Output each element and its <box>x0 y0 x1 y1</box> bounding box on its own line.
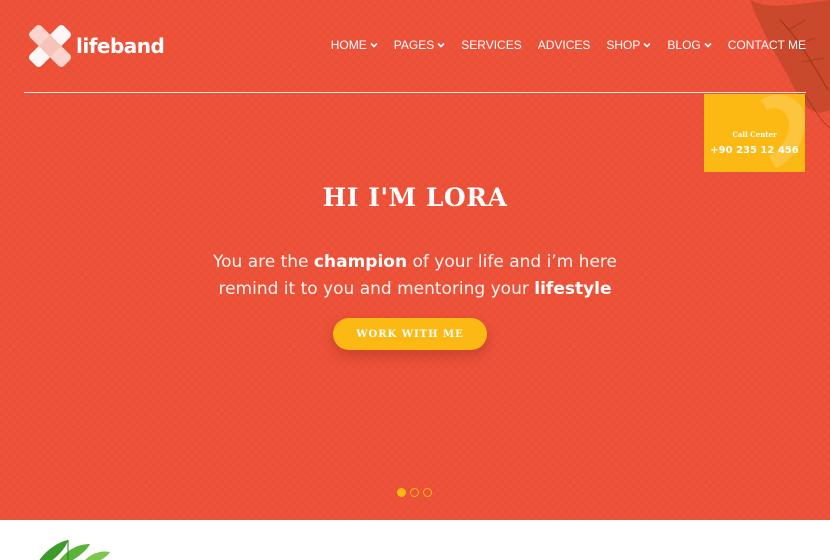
chevron-down-icon <box>370 42 378 48</box>
nav-item-home[interactable]: HOME <box>331 38 378 52</box>
call-center-label: Call Center <box>732 130 777 139</box>
nav-item-contact-me[interactable]: CONTACT ME <box>728 38 806 52</box>
hero-subtitle: You are the champion of your life and i’… <box>0 249 830 303</box>
brand-name: lifeband <box>76 34 165 58</box>
chevron-down-icon <box>643 42 651 48</box>
slider-pagination <box>397 488 436 497</box>
nav-item-label: BLOG <box>667 38 701 52</box>
nav-item-services[interactable]: SERVICES <box>461 38 521 52</box>
header-divider <box>24 92 806 93</box>
hero-title: HI I'M LORA <box>322 183 508 212</box>
nav-item-shop[interactable]: SHOP <box>606 38 651 52</box>
call-center-number[interactable]: +90 235 12 456 <box>704 145 805 156</box>
call-center-box[interactable]: Call Center +90 235 12 456 <box>704 94 805 172</box>
hero-subtitle-text: of your life and i’m here <box>407 252 617 272</box>
work-with-me-button[interactable]: WORK WITH ME <box>333 318 487 350</box>
chevron-down-icon <box>704 42 712 48</box>
nav-item-pages[interactable]: PAGES <box>394 38 445 52</box>
nav-item-label: HOME <box>330 38 367 52</box>
nav-item-label: PAGES <box>393 38 435 52</box>
lifeband-logo-icon <box>29 25 71 67</box>
nav-item-advices[interactable]: ADVICES <box>538 38 591 52</box>
hero-subtitle-text: You are the <box>213 252 314 272</box>
nav-item-blog[interactable]: BLOG <box>667 38 712 52</box>
main-nav: HOME PAGES SERVICES ADVICES SHOP BLOG CO… <box>331 38 806 52</box>
hero-section: lifeband HOME PAGES SERVICES ADVICES SHO… <box>0 0 830 520</box>
hero-subtitle-emphasis: lifestyle <box>534 279 612 299</box>
brand-logo[interactable]: lifeband <box>24 20 165 72</box>
slider-dot-3[interactable] <box>423 488 432 497</box>
chevron-down-icon <box>437 42 445 48</box>
hero-subtitle-text: remind it to you and mentoring your <box>218 279 535 299</box>
nav-item-label: SHOP <box>606 38 641 52</box>
nav-item-label: CONTACT ME <box>727 38 806 52</box>
nav-item-label: SERVICES <box>461 38 522 52</box>
slider-dot-1[interactable] <box>397 488 406 497</box>
slider-dot-2[interactable] <box>410 488 419 497</box>
hero-subtitle-emphasis: champion <box>313 252 408 272</box>
green-leaf-decoration-icon <box>39 540 110 560</box>
nav-item-label: ADVICES <box>537 38 591 52</box>
next-section <box>0 520 830 560</box>
